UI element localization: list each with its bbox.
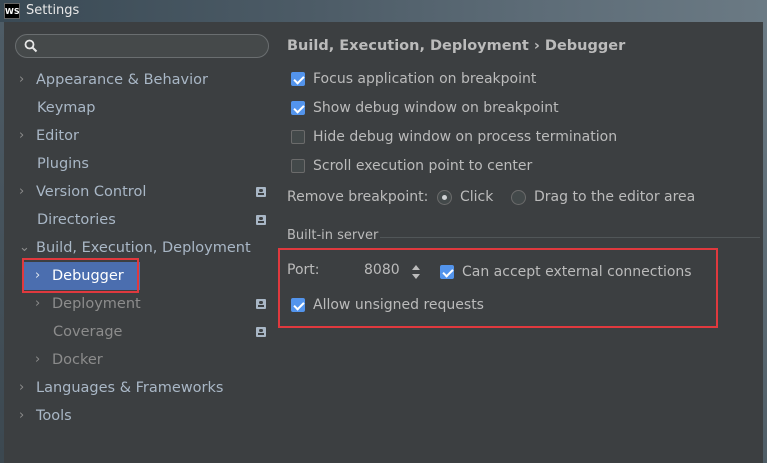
- sidebar-item-label: Keymap: [37, 100, 96, 116]
- sidebar-item-languages-frameworks[interactable]: › Languages & Frameworks: [4, 374, 276, 402]
- search-input[interactable]: [15, 34, 269, 58]
- scroll-execution-point-checkbox[interactable]: [291, 159, 305, 173]
- search-icon: [24, 39, 38, 53]
- sidebar-item-label: Coverage: [53, 324, 123, 340]
- sidebar-item-label: Plugins: [37, 156, 89, 172]
- checkbox-label: Focus application on breakpoint: [313, 71, 537, 87]
- settings-content-panel: Build, Execution, Deployment › Debugger …: [276, 22, 763, 463]
- sidebar-item-version-control[interactable]: › Version Control: [4, 178, 276, 206]
- chevron-right-icon: ›: [19, 184, 25, 199]
- checkbox-label: Hide debug window on process termination: [313, 129, 618, 145]
- sidebar-item-label: Docker: [52, 352, 103, 368]
- window-title: Settings: [26, 3, 80, 18]
- sidebar-item-directories[interactable]: Directories: [4, 206, 276, 234]
- debugger-highlight-box: [22, 258, 139, 293]
- chevron-right-icon: ›: [19, 408, 25, 423]
- settings-sidebar: › Appearance & Behavior Keymap › Editor …: [4, 22, 276, 463]
- radio-click[interactable]: [437, 190, 452, 205]
- sidebar-item-editor[interactable]: › Editor: [4, 122, 276, 150]
- sidebar-item-deployment[interactable]: › Deployment: [4, 290, 276, 318]
- webstorm-logo-icon: WS: [4, 3, 20, 19]
- breadcrumb: Build, Execution, Deployment › Debugger: [287, 38, 626, 54]
- sidebar-item-tools[interactable]: › Tools: [4, 402, 276, 430]
- sidebar-item-coverage[interactable]: Coverage: [4, 318, 276, 346]
- sidebar-item-docker[interactable]: › Docker: [4, 346, 276, 374]
- project-level-icon: [256, 187, 266, 197]
- project-level-icon: [256, 215, 266, 225]
- sidebar-item-label: Languages & Frameworks: [36, 380, 224, 396]
- sidebar-item-label: Appearance & Behavior: [36, 72, 208, 88]
- project-level-icon: [256, 327, 266, 337]
- radio-click-label[interactable]: Click: [460, 187, 493, 207]
- sidebar-item-appearance-behavior[interactable]: › Appearance & Behavior: [4, 66, 276, 94]
- sidebar-item-label: Editor: [36, 128, 79, 144]
- chevron-right-icon: ›: [35, 296, 41, 311]
- chevron-right-icon: ›: [19, 380, 25, 395]
- checkbox-label: Scroll execution point to center: [313, 158, 533, 174]
- show-debug-window-checkbox[interactable]: [291, 101, 305, 115]
- title-bar: WS Settings: [0, 0, 767, 22]
- window-frame-right: [763, 22, 767, 463]
- sidebar-item-keymap[interactable]: Keymap: [4, 94, 276, 122]
- builtin-server-title: Built-in server: [287, 228, 379, 243]
- chevron-right-icon: ›: [35, 352, 41, 367]
- radio-drag-label[interactable]: Drag to the editor area: [534, 187, 695, 207]
- hide-debug-window-checkbox[interactable]: [291, 130, 305, 144]
- remove-breakpoint-row: Remove breakpoint: Click Drag to the edi…: [287, 187, 757, 207]
- sidebar-item-label: Tools: [36, 408, 72, 424]
- sidebar-item-plugins[interactable]: Plugins: [4, 150, 276, 178]
- checkbox-label: Show debug window on breakpoint: [313, 100, 559, 116]
- focus-app-checkbox[interactable]: [291, 72, 305, 86]
- chevron-right-icon: ›: [19, 128, 25, 143]
- project-level-icon: [256, 299, 266, 309]
- group-separator: [380, 237, 760, 238]
- sidebar-item-label: Deployment: [52, 296, 141, 312]
- sidebar-item-label: Directories: [37, 212, 116, 228]
- remove-breakpoint-label: Remove breakpoint:: [287, 189, 429, 205]
- chevron-right-icon: ›: [19, 72, 25, 87]
- sidebar-item-label: Version Control: [36, 184, 147, 200]
- radio-drag-to-editor[interactable]: [511, 190, 526, 205]
- builtin-server-highlight-box: [278, 248, 718, 328]
